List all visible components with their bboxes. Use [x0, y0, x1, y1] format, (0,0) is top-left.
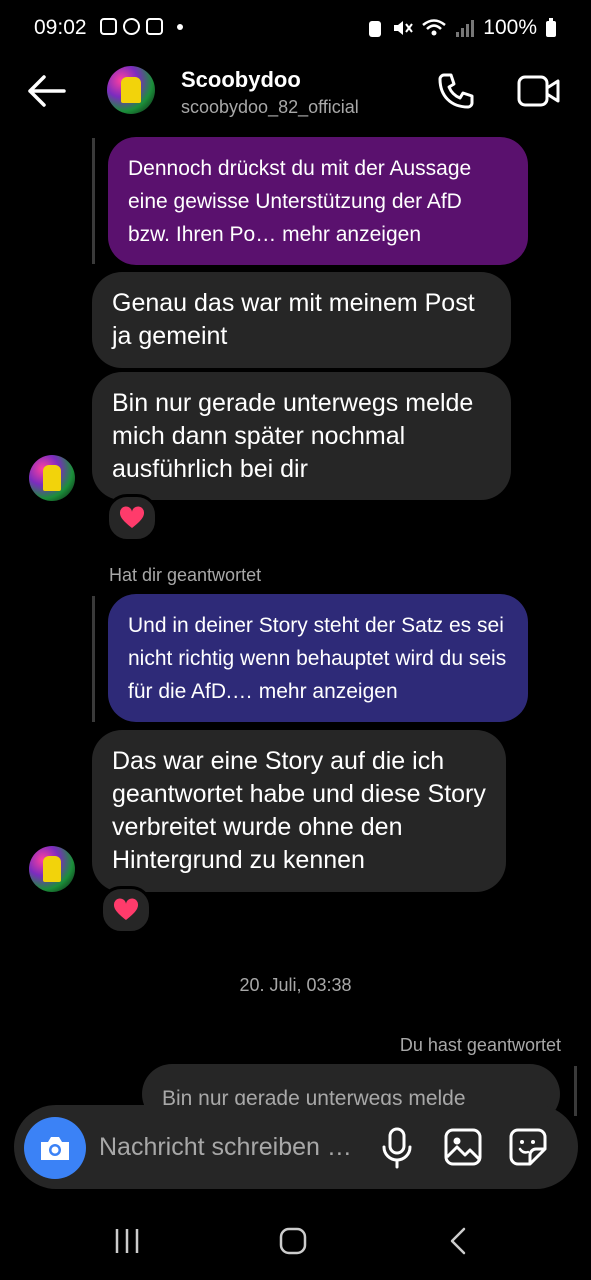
contact-handle[interactable]: scoobydoo_82_official [181, 97, 359, 118]
instagram-notification-icon [146, 18, 163, 35]
gallery-icon[interactable] [443, 1127, 483, 1167]
status-time: 09:02 [34, 16, 87, 39]
heart-reaction[interactable] [106, 494, 158, 542]
video-call-icon[interactable] [517, 74, 561, 108]
home-icon[interactable] [278, 1226, 308, 1256]
received-message[interactable]: Bin nur gerade unterwegs melde mich dann… [92, 372, 511, 500]
wifi-icon [422, 19, 447, 36]
received-message[interactable]: Das war eine Story auf die ich geantwort… [92, 730, 506, 892]
message-input[interactable]: Nachricht schreiben … [99, 1133, 352, 1162]
phone-call-icon[interactable] [436, 72, 476, 112]
sender-avatar[interactable] [29, 455, 75, 501]
gallery-notification-icon [100, 18, 117, 35]
heart-icon [113, 898, 139, 920]
replied-message-quote[interactable]: Und in deiner Story steht der Satz es se… [108, 594, 528, 722]
more-notifications-dot [177, 23, 183, 30]
heart-icon [119, 506, 145, 528]
contact-name[interactable]: Scoobydoo [181, 67, 301, 93]
battery-icon [546, 18, 556, 37]
back-arrow-icon[interactable] [26, 74, 66, 108]
signal-icon [456, 20, 475, 37]
sender-avatar[interactable] [29, 846, 75, 892]
sticker-icon[interactable] [508, 1127, 548, 1167]
battery-saver-icon [369, 21, 382, 37]
notification-icons [100, 18, 183, 35]
received-message[interactable]: Genau das war mit meinem Post ja gemeint [92, 272, 511, 368]
reply-thread-line [92, 596, 95, 722]
app-notification-icon [123, 18, 140, 35]
camera-button[interactable] [24, 1117, 86, 1179]
replied-label: Hat dir geantwortet [109, 565, 262, 585]
recent-apps-icon[interactable] [113, 1227, 141, 1255]
you-replied-label: Du hast geantwortet [399, 1035, 561, 1055]
reply-thread-line [574, 1066, 577, 1116]
mute-icon [394, 21, 414, 35]
back-nav-icon[interactable] [448, 1226, 468, 1256]
replied-message-quote[interactable]: Dennoch drückst du mit der Aussage eine … [108, 137, 528, 265]
reply-thread-line [92, 138, 95, 264]
microphone-icon[interactable] [381, 1127, 413, 1169]
status-bar: 09:02 100% [0, 0, 591, 58]
heart-reaction[interactable] [100, 886, 152, 934]
date-separator: 20. Juli, 03:38 [239, 975, 352, 995]
camera-icon [41, 1137, 69, 1160]
profile-avatar[interactable] [107, 66, 155, 114]
system-icons: 100% [367, 16, 557, 40]
battery-percent: 100% [483, 16, 537, 39]
